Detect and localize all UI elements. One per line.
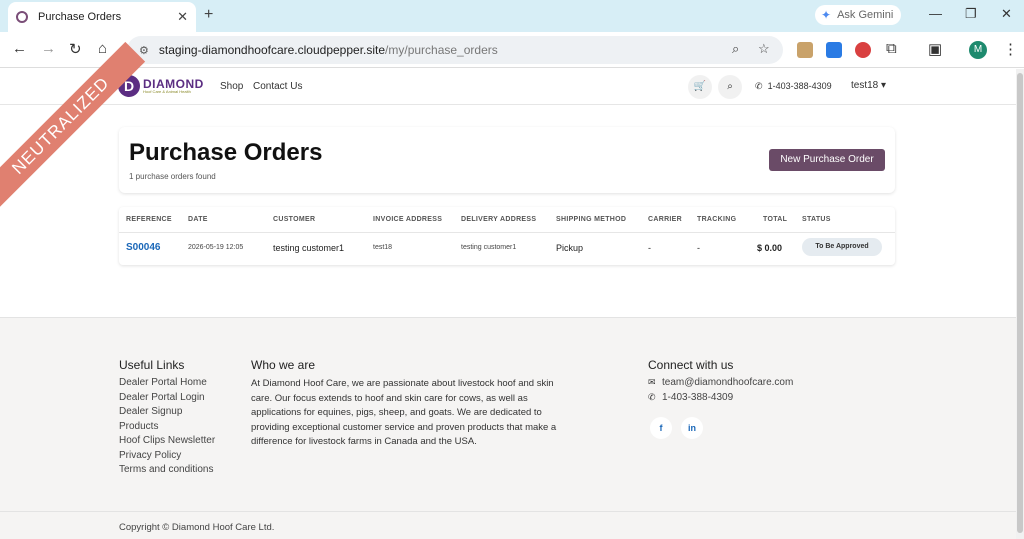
new-tab-icon[interactable]: + <box>204 6 213 24</box>
footer-link-dealer-portal-home[interactable]: Dealer Portal Home <box>119 377 207 388</box>
footer-phone-number: 1-403-388-4309 <box>662 392 734 403</box>
order-carrier: - <box>648 243 651 253</box>
phone-icon: ✆ <box>648 392 656 402</box>
footer-phone[interactable]: ✆ 1-403-388-4309 <box>648 392 733 403</box>
user-menu[interactable]: test18 ▾ <box>851 80 886 91</box>
home-icon[interactable]: ⌂ <box>98 40 107 57</box>
footer-link-dealer-portal-login[interactable]: Dealer Portal Login <box>119 392 205 403</box>
column-header: STATUS <box>802 216 831 223</box>
address-bar[interactable]: ⚙ staging-diamondhoofcare.cloudpepper.si… <box>127 36 783 64</box>
site-footer: Useful Links Dealer Portal Home Dealer P… <box>0 317 1016 539</box>
tab-title: Purchase Orders <box>38 11 122 23</box>
scrollbar-thumb[interactable] <box>1017 73 1023 533</box>
new-purchase-order-button[interactable]: New Purchase Order <box>769 149 885 171</box>
column-header: CUSTOMER <box>273 216 316 223</box>
side-panel-icon[interactable]: ▣ <box>928 40 942 58</box>
ask-gemini-label: Ask Gemini <box>837 9 894 21</box>
close-tab-icon[interactable]: ✕ <box>177 9 188 25</box>
close-window-icon[interactable]: ✕ <box>1001 6 1012 22</box>
cart-icon[interactable]: 🛒 <box>688 75 712 99</box>
nav-shop[interactable]: Shop <box>220 81 243 92</box>
favicon-icon <box>16 11 28 23</box>
url-path: /my/purchase_orders <box>385 43 498 57</box>
order-invoice-address: test18 <box>373 244 393 251</box>
status-badge: To Be Approved <box>802 238 882 256</box>
column-header: DATE <box>188 216 208 223</box>
browser-tab-bar: Purchase Orders ✕ + ✦ Ask Gemini — ❐ ✕ <box>0 0 1024 32</box>
copyright: Copyright © Diamond Hoof Care Ltd. <box>119 522 275 533</box>
header-phone[interactable]: ✆ 1-403-388-4309 <box>755 81 832 92</box>
envelope-icon: ✉ <box>648 377 656 387</box>
column-header: REFERENCE <box>126 216 172 223</box>
table-divider <box>119 232 895 233</box>
gemini-icon: ✦ <box>821 8 832 22</box>
about-text: At Diamond Hoof Care, we are passionate … <box>251 378 557 447</box>
extension-icon[interactable] <box>797 42 813 58</box>
browser-toolbar: ← → ↻ ⌂ ⚙ staging-diamondhoofcare.cloudp… <box>0 32 1024 68</box>
url-host: staging-diamondhoofcare.cloudpepper.site <box>158 43 386 57</box>
column-header: TRACKING <box>697 216 737 223</box>
page-title: Purchase Orders <box>129 139 323 166</box>
order-delivery-address: testing customer1 <box>461 244 517 251</box>
footer-email-address: team@diamondhoofcare.com <box>662 377 794 388</box>
column-header: DELIVERY ADDRESS <box>461 216 537 223</box>
bookmark-star-icon[interactable]: ☆ <box>758 41 770 57</box>
facebook-icon[interactable]: f <box>650 417 672 439</box>
footer-link-privacy-policy[interactable]: Privacy Policy <box>119 450 181 461</box>
browser-tab[interactable]: Purchase Orders ✕ <box>8 2 196 32</box>
phone-icon: ✆ <box>755 81 763 91</box>
extension-icon[interactable] <box>826 42 842 58</box>
column-header: INVOICE ADDRESS <box>373 216 443 223</box>
page-header-card: Purchase Orders 1 purchase orders found … <box>119 127 895 193</box>
order-tracking: - <box>697 243 700 253</box>
profile-avatar[interactable]: M <box>969 41 987 59</box>
back-icon[interactable]: ← <box>12 40 27 57</box>
footer-link-newsletter[interactable]: Hoof Clips Newsletter <box>119 435 215 446</box>
zoom-icon[interactable]: ⌕ <box>732 41 739 57</box>
reload-icon[interactable]: ↻ <box>69 40 82 58</box>
user-name: test18 <box>851 80 879 91</box>
search-icon[interactable]: ⌕ <box>718 75 742 99</box>
order-total: $ 0.00 <box>757 243 783 253</box>
menu-kebab-icon[interactable]: ⋮ <box>1003 40 1018 58</box>
nav-contact-us[interactable]: Contact Us <box>253 81 302 92</box>
footer-divider <box>0 511 1016 512</box>
minimize-icon[interactable]: — <box>929 6 942 21</box>
who-we-are-heading: Who we are <box>251 358 316 372</box>
page-scrollbar[interactable] <box>1016 69 1024 539</box>
footer-link-products[interactable]: Products <box>119 421 158 432</box>
site-info-icon[interactable]: ⚙ <box>139 44 149 57</box>
header-phone-number: 1-403-388-4309 <box>767 81 832 91</box>
column-header: CARRIER <box>648 216 682 223</box>
caret-down-icon: ▾ <box>881 80 887 91</box>
site-logo[interactable]: D DIAMOND Hoof Care & Animal Health <box>118 75 204 97</box>
order-shipping-method: Pickup <box>556 243 584 253</box>
footer-link-dealer-signup[interactable]: Dealer Signup <box>119 406 182 417</box>
order-reference-link[interactable]: S00046 <box>126 242 160 253</box>
linkedin-icon[interactable]: in <box>681 417 703 439</box>
orders-table: REFERENCE DATE CUSTOMER INVOICE ADDRESS … <box>119 207 895 265</box>
order-customer: testing customer1 <box>273 243 345 253</box>
extensions-puzzle-icon[interactable]: ⧉ <box>886 40 897 57</box>
column-header: SHIPPING METHOD <box>556 216 627 223</box>
forward-icon[interactable]: → <box>41 40 56 57</box>
footer-link-terms[interactable]: Terms and conditions <box>119 464 214 475</box>
orders-count: 1 purchase orders found <box>129 172 216 181</box>
extension-icon[interactable] <box>855 42 871 58</box>
connect-heading: Connect with us <box>648 358 734 372</box>
order-date: 2026-05-19 12:05 <box>188 244 244 251</box>
column-header: TOTAL <box>763 216 788 223</box>
site-header: D DIAMOND Hoof Care & Animal Health Shop… <box>0 69 1016 105</box>
useful-links-heading: Useful Links <box>119 358 185 372</box>
ask-gemini-button[interactable]: ✦ Ask Gemini <box>815 5 901 25</box>
restore-icon[interactable]: ❐ <box>965 6 977 22</box>
footer-email[interactable]: ✉ team@diamondhoofcare.com <box>648 377 793 388</box>
